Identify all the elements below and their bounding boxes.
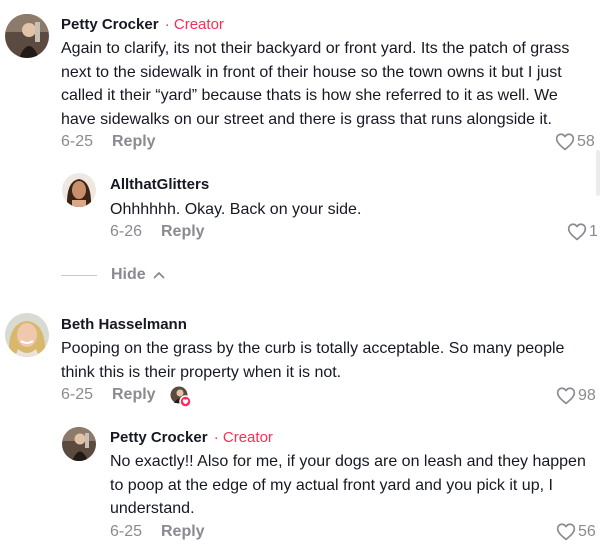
heart-outline-icon <box>556 522 578 541</box>
avatar[interactable] <box>62 427 96 461</box>
like-count: 56 <box>578 522 596 540</box>
separator-dot: · <box>164 16 170 33</box>
reply-button[interactable]: Reply <box>112 386 156 404</box>
creator-badge: Creator <box>173 16 224 33</box>
like-button[interactable]: 98 <box>556 386 596 405</box>
username[interactable]: AllthatGlitters <box>110 176 209 193</box>
avatar[interactable] <box>5 14 49 58</box>
comment-text: No exactly!! Also for me, if your dogs a… <box>110 453 586 517</box>
creator-badge: Creator <box>222 429 273 446</box>
like-count: 1 <box>589 222 598 240</box>
comment-author[interactable]: Beth Hasselmann <box>61 316 187 333</box>
comment-text: Pooping on the grass by the curb is tota… <box>61 340 565 381</box>
scrollbar[interactable] <box>596 150 600 196</box>
comment-date: 6-26 <box>110 223 143 240</box>
reply-button[interactable]: Reply <box>112 133 156 151</box>
comment-author[interactable]: AllthatGlitters <box>110 176 209 193</box>
username[interactable]: Petty Crocker <box>61 16 159 33</box>
like-button[interactable]: 56 <box>556 522 596 541</box>
comment-text: Again to clarify, its not their backyard… <box>61 40 570 128</box>
divider <box>61 274 97 276</box>
avatar[interactable] <box>62 173 96 207</box>
reply-button[interactable]: Reply <box>161 523 205 541</box>
comment-text: Ohhhhhh. Okay. Back on your side. <box>110 201 362 218</box>
username[interactable]: Beth Hasselmann <box>61 316 187 333</box>
heart-outline-icon <box>555 132 577 151</box>
comment-date: 6-25 <box>61 386 94 403</box>
separator-dot: · <box>213 429 219 446</box>
like-count: 98 <box>578 386 596 404</box>
comment-author[interactable]: Petty Crocker · Creator <box>110 429 273 446</box>
hide-label: Hide <box>111 266 146 283</box>
hide-replies-row: Hide <box>61 266 165 284</box>
heart-outline-icon <box>567 222 589 241</box>
creator-liked-heart-icon <box>170 386 192 408</box>
like-button[interactable]: 58 <box>555 132 595 151</box>
chevron-up-icon <box>146 266 165 284</box>
avatar[interactable] <box>5 313 49 357</box>
comment-author[interactable]: Petty Crocker · Creator <box>61 16 224 33</box>
reply-button[interactable]: Reply <box>161 223 205 241</box>
username[interactable]: Petty Crocker <box>110 429 208 446</box>
heart-outline-icon <box>556 386 578 405</box>
like-button[interactable]: 1 <box>567 222 598 241</box>
hide-replies-button[interactable]: Hide <box>111 266 165 284</box>
comment-date: 6-25 <box>61 133 94 150</box>
comment-date: 6-25 <box>110 523 143 540</box>
like-count: 58 <box>577 132 595 150</box>
